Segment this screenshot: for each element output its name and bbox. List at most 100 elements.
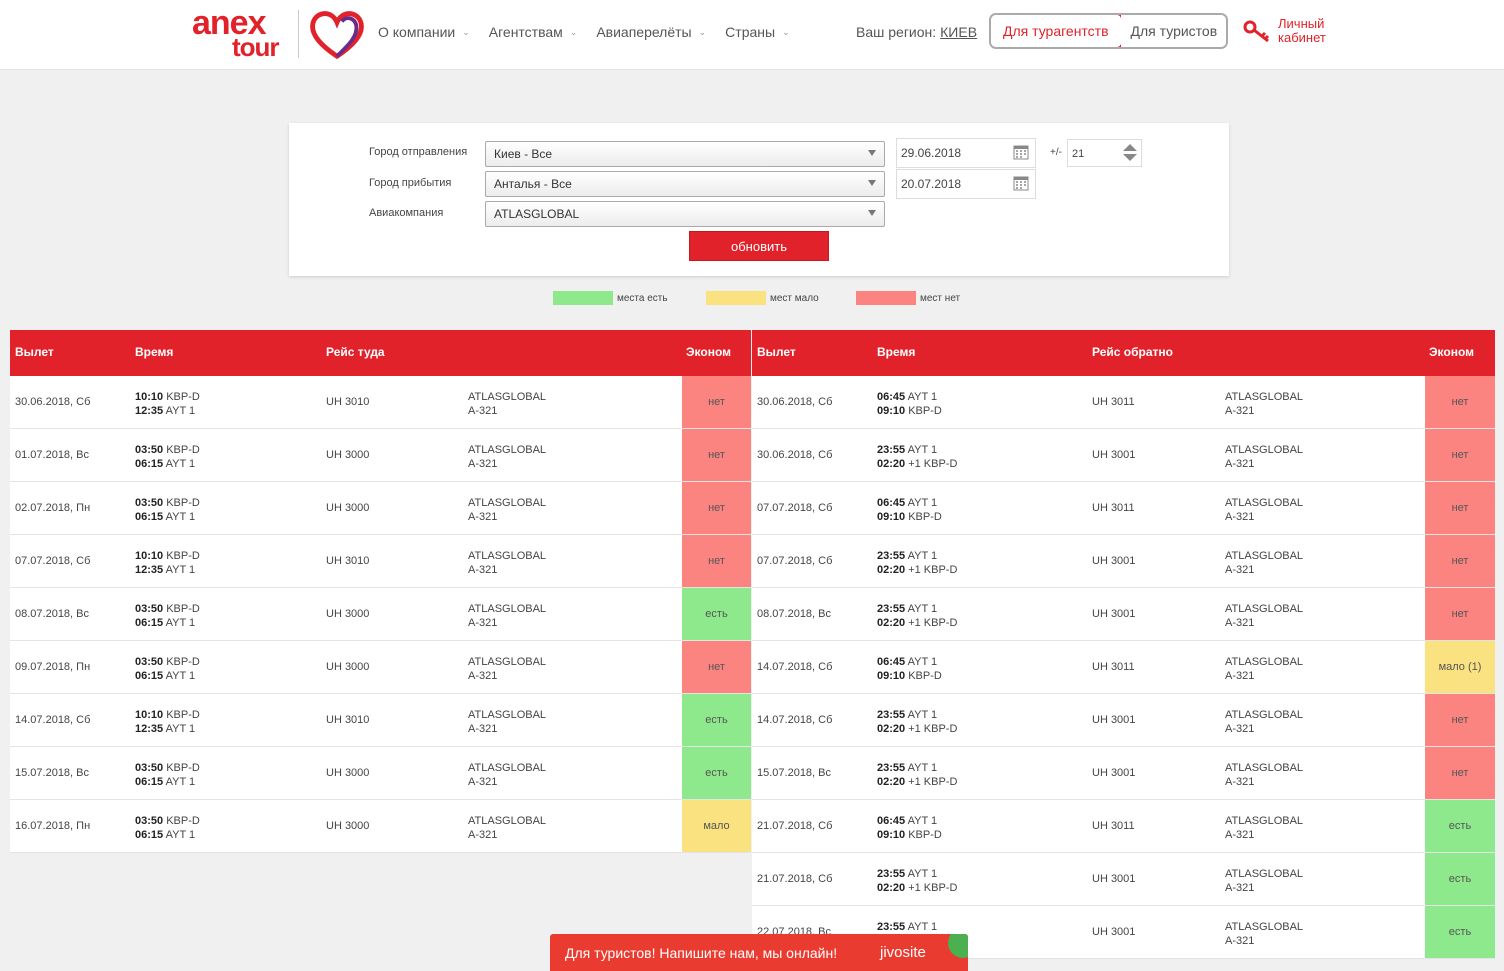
economy-availability[interactable]: есть (1425, 853, 1495, 905)
calendar-icon[interactable] (1013, 144, 1029, 160)
row-flight-number: UH 3001 (1092, 767, 1136, 779)
spinner-up-icon[interactable] (1123, 144, 1137, 151)
personal-cabinet-link[interactable]: Личный кабинет (1242, 17, 1326, 47)
date-to-input[interactable]: 20.07.2018 (896, 169, 1036, 199)
row-times: 06:45 AYT 1 09:10 KBP-D (877, 390, 942, 418)
row-airline: ATLASGLOBAL (468, 762, 547, 774)
economy-availability[interactable]: нет (682, 482, 751, 534)
dropdown-arrow-icon (868, 210, 876, 216)
economy-availability[interactable]: есть (1425, 800, 1495, 852)
row-aircraft: ATLASGLOBAL A-321 (1225, 708, 1303, 736)
row-time2: 06:15 (135, 829, 164, 841)
row-time1: 03:50 (135, 603, 164, 615)
for-agents-button[interactable]: Для турагентств (991, 15, 1123, 47)
economy-availability[interactable]: нет (1425, 588, 1495, 640)
col-economy: Эконом (686, 345, 732, 359)
economy-availability[interactable]: нет (1425, 482, 1495, 534)
table-row: 07.07.2018, Сб 10:10 KBP-D 12:35 AYT 1 UH 3… (10, 535, 751, 588)
anex-tour-logo[interactable]: anex tour (192, 6, 292, 62)
row-flight-number: UH 3011 (1092, 502, 1135, 514)
day-range-spinner[interactable]: 21 (1067, 139, 1142, 167)
key-icon (1243, 20, 1270, 43)
airline-select[interactable]: ATLASGLOBAL (485, 201, 885, 227)
cabinet-text: Личный кабинет (1278, 17, 1326, 45)
row-port1: KBP-D (166, 709, 200, 721)
economy-availability[interactable]: есть (682, 747, 751, 799)
economy-availability[interactable]: нет (1425, 694, 1495, 746)
row-port1: KBP-D (166, 656, 200, 668)
nav-agencies[interactable]: Агентствам ⌄ (489, 24, 578, 40)
row-plane: A-321 (1225, 935, 1255, 947)
nav-about[interactable]: О компании ⌄ (378, 24, 470, 40)
spinner-down-icon[interactable] (1123, 154, 1137, 161)
economy-availability[interactable]: нет (1425, 429, 1495, 481)
row-port2: KBP-D (908, 405, 942, 417)
row-plane: A-321 (468, 458, 498, 470)
update-button[interactable]: обновить (689, 231, 829, 261)
row-airline: ATLASGLOBAL (1225, 391, 1304, 403)
row-aircraft: ATLASGLOBAL A-321 (468, 655, 546, 683)
row-port1: AYT 1 (907, 709, 938, 721)
row-time1: 03:50 (135, 656, 164, 668)
nav-flights[interactable]: Авиаперелёты ⌄ (596, 24, 706, 40)
row-time1: 23:55 (877, 603, 906, 615)
region-label: Ваш регион: (856, 24, 937, 40)
row-port1: AYT 1 (907, 921, 938, 933)
date-from-input[interactable]: 29.06.2018 (896, 138, 1036, 168)
row-flight-number: UH 3001 (1092, 926, 1136, 938)
economy-availability[interactable]: мало (682, 800, 751, 852)
economy-availability[interactable]: есть (1425, 906, 1495, 958)
economy-availability[interactable]: нет (682, 535, 751, 587)
row-port2: AYT 1 (165, 564, 196, 576)
row-date: 07.07.2018, Сб (15, 555, 91, 567)
row-airline: ATLASGLOBAL (1225, 444, 1304, 456)
economy-availability[interactable]: есть (682, 694, 751, 746)
row-flight-number: UH 3010 (326, 714, 370, 726)
row-time1: 06:45 (877, 497, 906, 509)
row-aircraft: ATLASGLOBAL A-321 (1225, 920, 1303, 948)
row-flight-number: UH 3001 (1092, 714, 1136, 726)
dropdown-arrow-icon (868, 180, 876, 186)
row-time2: 06:15 (135, 458, 164, 470)
legend-swatch (553, 291, 613, 305)
row-port1: KBP-D (166, 497, 200, 509)
col-departure: Вылет (15, 345, 54, 359)
audience-switch: Для турагентств Для туристов (989, 13, 1229, 49)
for-tourists-button[interactable]: Для туристов (1120, 15, 1227, 47)
nav-flights-label: Авиаперелёты (596, 24, 692, 40)
main-nav: О компании ⌄ Агентствам ⌄ Авиаперелёты ⌄ Ст… (378, 24, 809, 40)
economy-availability[interactable]: нет (1425, 747, 1495, 799)
economy-availability[interactable]: нет (1425, 535, 1495, 587)
legend-swatch (856, 291, 916, 305)
legend-swatch (706, 291, 766, 305)
calendar-icon[interactable] (1013, 175, 1029, 191)
row-date: 07.07.2018, Сб (757, 555, 833, 567)
nav-countries[interactable]: Страны ⌄ (725, 24, 789, 40)
departure-select[interactable]: Киев - Все (485, 141, 885, 167)
arrival-select[interactable]: Анталья - Все (485, 171, 885, 197)
economy-availability[interactable]: есть (682, 588, 751, 640)
economy-availability[interactable]: мало (1) (1425, 641, 1495, 693)
chevron-down-icon: ⌄ (698, 26, 707, 37)
row-flight-number: UH 3000 (326, 820, 370, 832)
table-row: 07.07.2018, Сб 23:55 AYT 1 02:20 +1 KBP-D U… (752, 535, 1495, 588)
economy-availability[interactable]: нет (682, 641, 751, 693)
row-aircraft: ATLASGLOBAL A-321 (1225, 496, 1303, 524)
row-port2: +1 KBP-D (908, 458, 958, 470)
economy-availability[interactable]: нет (682, 429, 751, 481)
departure-value: Киев - Все (494, 147, 553, 161)
row-time2: 09:10 (877, 511, 906, 523)
region-link[interactable]: КИЕВ (940, 24, 977, 40)
chat-widget[interactable]: Для туристов! Напишите нам, мы онлайн! j… (550, 934, 968, 971)
row-airline: ATLASGLOBAL (1225, 815, 1304, 827)
row-flight-number: UH 3000 (326, 661, 370, 673)
economy-availability[interactable]: нет (682, 376, 751, 428)
row-times: 23:55 AYT 1 02:20 +1 KBP-D (877, 761, 957, 789)
row-plane: A-321 (468, 829, 498, 841)
row-time1: 03:50 (135, 815, 164, 827)
row-flight-number: UH 3010 (326, 396, 370, 408)
economy-availability[interactable]: нет (1425, 376, 1495, 428)
row-aircraft: ATLASGLOBAL A-321 (468, 390, 546, 418)
row-date: 09.07.2018, Пн (15, 661, 91, 673)
row-time1: 23:55 (877, 709, 906, 721)
